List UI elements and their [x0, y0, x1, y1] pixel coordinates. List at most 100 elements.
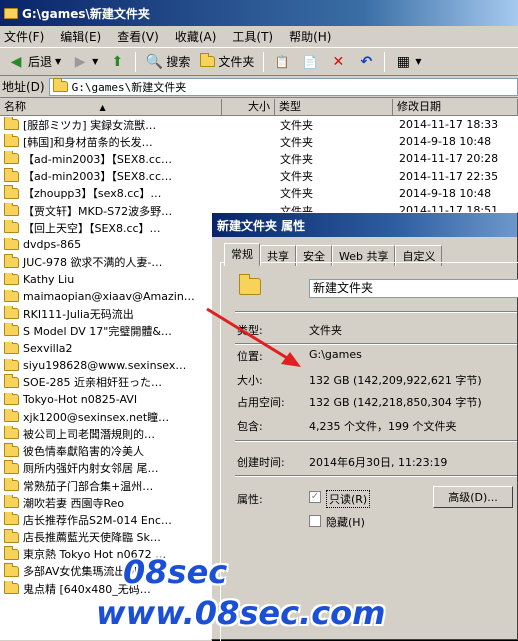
- folder-icon: [4, 341, 19, 354]
- move-to-button[interactable]: 📋: [270, 52, 294, 72]
- sort-up-icon: ▲: [99, 103, 106, 112]
- readonly-label: 只读(R): [326, 490, 371, 508]
- folder-icon: [4, 116, 19, 131]
- folder-icon: [4, 443, 19, 457]
- file-date: 2014-11-17 18:33: [399, 118, 499, 132]
- size-value: 132 GB (142,209,922,621 字节): [309, 374, 482, 387]
- folder-icon: [4, 219, 19, 234]
- menu-help[interactable]: 帮助(H): [289, 28, 331, 45]
- properties-dialog: 新建文件夹 属性 常规 共享 安全 Web 共享 自定义 新建文件夹 类型: 文…: [211, 212, 518, 641]
- file-name: 常熟茄子门部合集+温州…: [23, 479, 154, 493]
- file-name-cell: 【zhoupp3】【sex8.cc】…: [0, 185, 275, 201]
- copy-to-button[interactable]: 📄: [298, 52, 322, 72]
- folder-icon: [4, 580, 19, 595]
- dialog-title-bar: 新建文件夹 属性: [212, 213, 517, 237]
- created-value: 2014年6月30日, 11:23:19: [309, 456, 448, 469]
- file-date: 2014-9-18 10:48: [399, 186, 492, 200]
- file-name: 【回上天空】【SEX8.cc】…: [23, 221, 161, 235]
- up-button[interactable]: ⬆: [105, 52, 129, 72]
- folder-icon: [4, 408, 19, 423]
- file-name-cell: 【ad-min2003】【SEX8.cc…: [0, 168, 275, 184]
- dialog-title: 新建文件夹 属性: [217, 218, 306, 233]
- general-panel: 新建文件夹 类型: 文件夹 位置: G:\games 大小: 132 GB (1…: [220, 262, 518, 641]
- file-name: 潮吹若妻 西園寺Reo: [23, 496, 125, 510]
- watermark-logo: 08sec: [123, 553, 228, 591]
- menu-favorites[interactable]: 收藏(A): [175, 28, 217, 45]
- address-input[interactable]: G:\games\新建文件夹: [48, 77, 518, 96]
- folder-icon: [4, 238, 19, 251]
- file-name: 厕所内强奸内射女邻居 尾…: [23, 462, 159, 476]
- folder-icon: [4, 7, 18, 19]
- views-grid-icon: ▦: [396, 53, 410, 70]
- folder-icon: [4, 511, 19, 526]
- file-name-cell: [服部ミツカ] 実録女流獣…: [0, 116, 275, 133]
- address-bar: 地址(D) G:\games\新建文件夹: [0, 76, 518, 98]
- folders-label: 文件夹: [218, 55, 255, 69]
- move-icon: 📋: [274, 54, 290, 69]
- copy-icon: 📄: [302, 54, 318, 69]
- list-item[interactable]: [服部ミツカ] 実録女流獣… 文件夹 2014-11-17 18:33: [0, 116, 518, 133]
- file-date: 2014-11-17 22:35: [399, 169, 499, 183]
- folder-icon: [4, 272, 19, 285]
- toolbar-divider: [384, 51, 386, 72]
- file-name: maimaopian@xiaav@Amazin…: [23, 289, 195, 303]
- back-button[interactable]: ◀ 后退 ▼: [4, 52, 64, 72]
- forward-arrow-icon: ▶: [74, 53, 86, 70]
- toolbar-divider: [135, 51, 137, 72]
- folder-icon: [4, 374, 19, 388]
- column-type[interactable]: 类型: [275, 99, 393, 116]
- file-name: Tokyo-Hot n0825-AVI: [23, 393, 138, 407]
- list-item[interactable]: 【ad-min2003】【SEX8.cc… 文件夹 2014-11-17 20:28: [0, 150, 518, 167]
- back-label: 后退: [28, 55, 53, 69]
- file-type: 文件夹: [280, 118, 313, 132]
- delete-button[interactable]: ✕: [326, 52, 350, 72]
- hidden-label: 隐藏(H): [326, 516, 365, 529]
- folder-icon: [4, 289, 19, 302]
- file-name: JUC-978 欲求不满的人妻-…: [23, 256, 163, 270]
- file-name: 【贾文轩】MKD-S72波多野…: [23, 204, 173, 218]
- folder-name-field[interactable]: 新建文件夹: [309, 279, 518, 298]
- file-name: 店长推荐作品S2M-014 Enc…: [23, 513, 172, 527]
- tab-general[interactable]: 常规: [224, 243, 260, 266]
- search-label: 搜索: [166, 55, 191, 69]
- file-name: 被公司上司老闆潛規則的…: [23, 427, 155, 441]
- divider: [235, 440, 517, 442]
- folder-icon: [4, 393, 19, 406]
- location-value: G:\games: [309, 348, 362, 361]
- search-button[interactable]: 🔍 搜索: [142, 52, 193, 72]
- file-name-cell: [韩国]和身材苗条的长发…: [0, 133, 275, 150]
- folder-icon: [4, 322, 19, 337]
- watermark-url: www.08sec.com: [96, 594, 386, 632]
- menu-tools[interactable]: 工具(T): [232, 28, 273, 45]
- undo-button[interactable]: ↶: [354, 52, 378, 72]
- menu-file[interactable]: 文件(F): [4, 28, 44, 45]
- file-name: 店長推薦藍光天使降臨 Sk…: [23, 531, 161, 545]
- menu-view[interactable]: 查看(V): [117, 28, 159, 45]
- list-item[interactable]: 【zhoupp3】【sex8.cc】… 文件夹 2014-9-18 10:48: [0, 185, 518, 202]
- list-item[interactable]: 【ad-min2003】【SEX8.cc… 文件夹 2014-11-17 22:35: [0, 168, 518, 185]
- list-header: 名称 ▲ 大小 类型 修改日期: [0, 99, 518, 116]
- list-item[interactable]: [韩国]和身材苗条的长发… 文件夹 2014-9-18 10:48: [0, 133, 518, 150]
- window-title-bar: G:\games\新建文件夹: [0, 0, 518, 26]
- folders-button[interactable]: 文件夹: [197, 52, 257, 71]
- file-name: dvdps-865: [23, 238, 82, 252]
- column-modified[interactable]: 修改日期: [393, 99, 518, 116]
- file-name: [服部ミツカ] 実録女流獣…: [23, 118, 157, 132]
- file-name: RKI111-Julia无码流出: [23, 307, 134, 321]
- column-size[interactable]: 大小: [222, 99, 275, 116]
- divider: [235, 311, 517, 313]
- file-name: 【ad-min2003】【SEX8.cc…: [23, 170, 172, 184]
- column-name[interactable]: 名称 ▲: [0, 99, 222, 116]
- chevron-down-icon: ▼: [415, 57, 422, 66]
- forward-button[interactable]: ▶ ▼: [68, 52, 101, 72]
- file-date: 2014-9-18 10:48: [399, 135, 492, 149]
- menu-edit[interactable]: 编辑(E): [60, 28, 101, 45]
- hidden-checkbox[interactable]: [309, 515, 321, 527]
- folder-icon: [4, 358, 19, 371]
- advanced-button[interactable]: 高级(D)...: [433, 486, 513, 508]
- folder-icon: [4, 202, 19, 217]
- address-label: 地址(D): [2, 80, 45, 94]
- folder-icon: [4, 305, 19, 320]
- views-button[interactable]: ▦ ▼: [391, 52, 424, 72]
- readonly-checkbox[interactable]: ✓: [309, 491, 321, 503]
